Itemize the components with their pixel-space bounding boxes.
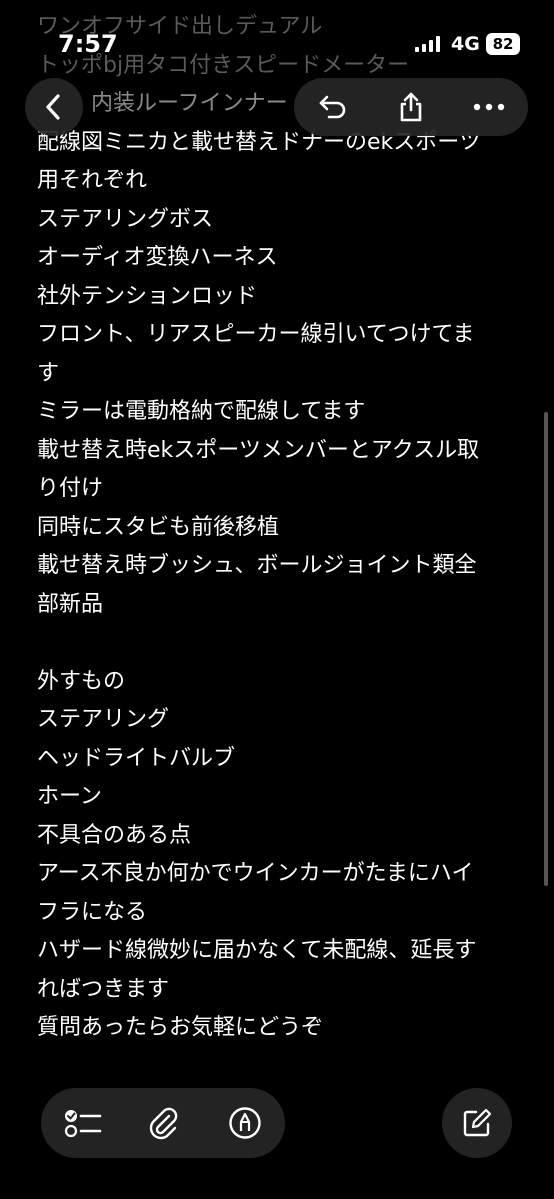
network-type: 4G: [451, 33, 480, 55]
note-line: オーディオ変換ハーネス: [37, 245, 278, 270]
pen-circle-icon: [228, 1106, 262, 1140]
note-line: ホーン: [37, 784, 102, 809]
note-line: 載せ替え時ブッシュ、ボールジョイント類全: [37, 553, 477, 578]
compose-icon: [442, 1088, 512, 1158]
note-line: 部新品: [37, 591, 104, 617]
note-line: り付け: [37, 476, 104, 501]
note-line: ればつきます: [37, 976, 170, 1002]
note-line: ステアリングボス: [37, 206, 214, 232]
chevron-left-icon: [25, 78, 83, 136]
bottom-toolbar: [41, 1088, 285, 1158]
note-line: 不具合のある点: [37, 822, 192, 848]
compose-button[interactable]: [442, 1088, 512, 1158]
note-line: 用それぞれ: [37, 168, 148, 193]
share-icon: [397, 91, 425, 123]
top-action-bar: [294, 78, 528, 136]
scrollbar[interactable]: [544, 412, 548, 886]
note-line: 外すもの: [37, 668, 126, 694]
paperclip-icon: [148, 1106, 178, 1140]
checklist-button[interactable]: [55, 1088, 111, 1158]
ellipsis-icon: [473, 103, 505, 111]
note-line: 質問あったらお気軽にどうぞ: [37, 1015, 324, 1040]
attachment-button[interactable]: [135, 1088, 191, 1158]
note-line: 社外テンションロッド: [37, 283, 258, 309]
share-button[interactable]: [382, 78, 440, 136]
back-button[interactable]: [25, 78, 83, 136]
battery-icon: 82: [486, 33, 520, 55]
note-body[interactable]: ワンオフサイド出しデュアル トッポbj用タコ付きスピードメーター 内装ルーフイン…: [37, 0, 527, 1048]
note-line: ヘッドライトバルブ: [37, 745, 236, 771]
note-line: す: [37, 360, 60, 386]
more-button[interactable]: [460, 78, 518, 136]
note-line: アース不良か何かでウインカーがたまにハイ: [37, 861, 474, 886]
note-line: フロント、リアスピーカー線引いてつけてま: [37, 322, 475, 347]
status-time: 7:57: [58, 30, 118, 58]
status-bar: 7:57 4G 82: [0, 0, 554, 70]
undo-button[interactable]: [304, 78, 362, 136]
markup-button[interactable]: [217, 1088, 273, 1158]
note-blank-line: [37, 624, 527, 663]
undo-icon: [317, 93, 349, 121]
note-line: フラになる: [37, 899, 148, 925]
note-line: 同時にスタビも前後移植: [37, 514, 280, 540]
battery-level: 82: [492, 35, 514, 53]
cellular-signal-icon: [415, 36, 441, 52]
note-line: ハザード線微妙に届かなくて未配線、延長す: [37, 938, 477, 963]
note-line: 載せ替え時ekスポーツメンバーとアクスル取: [37, 437, 480, 463]
note-line: ミラーは電動格納で配線してます: [37, 399, 366, 424]
checklist-icon: [64, 1107, 102, 1139]
note-line: ステアリング: [37, 707, 170, 732]
